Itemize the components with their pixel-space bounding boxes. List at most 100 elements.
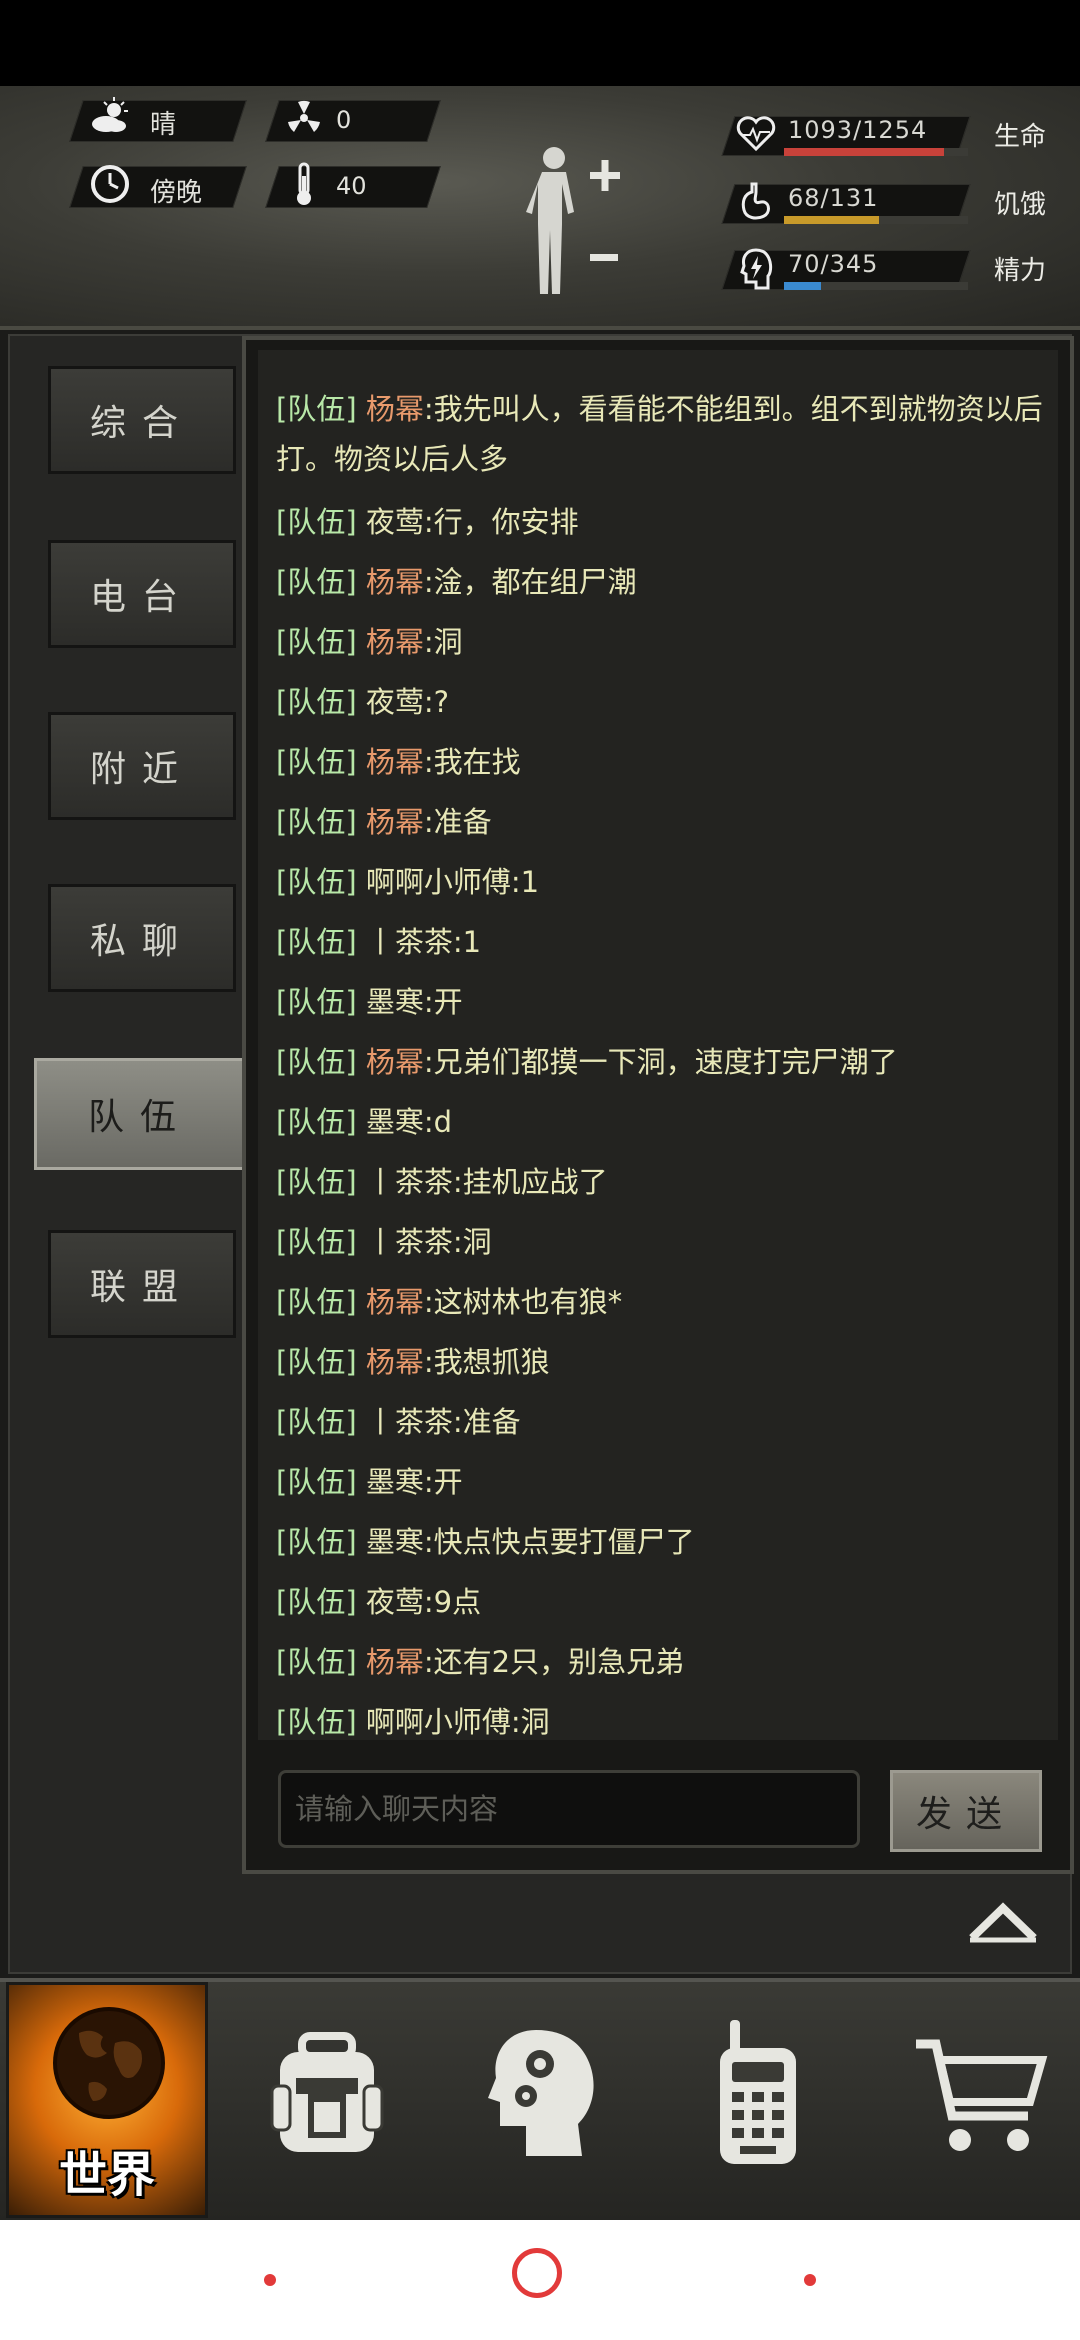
- message-text: :1: [510, 865, 540, 899]
- message-channel: [队伍]: [276, 985, 357, 1019]
- player-hud: 晴 0 傍晚 40 1093/1254 生命 68/131 饥饿 70/345 …: [0, 86, 1080, 330]
- message-sender[interactable]: 墨寒: [366, 985, 424, 1019]
- shopping-cart-icon[interactable]: [912, 2036, 1048, 2158]
- hunger-value: 68/131: [788, 184, 879, 212]
- message-channel: [队伍]: [276, 505, 357, 539]
- message-channel: [队伍]: [276, 865, 357, 899]
- nav-world-label: 世界: [58, 2147, 155, 2203]
- tab-radio[interactable]: 电台: [48, 540, 236, 648]
- message-channel: [队伍]: [276, 745, 357, 779]
- chat-message: [队伍] 杨幂:我先叫人，看看能不能组到。组不到就物资以后打。物资以后人多: [276, 378, 1056, 484]
- message-text: :我在找: [423, 745, 521, 779]
- message-sender[interactable]: 杨幂: [366, 805, 424, 839]
- back-button[interactable]: [804, 2274, 816, 2286]
- message-channel: [队伍]: [276, 1645, 357, 1679]
- message-sender[interactable]: 墨寒: [366, 1525, 424, 1559]
- message-sender[interactable]: 杨幂: [366, 392, 424, 426]
- nav-world-button[interactable]: 世界: [6, 1982, 208, 2218]
- tab-general[interactable]: 综合: [48, 366, 236, 474]
- health-bar: [784, 148, 968, 156]
- hunger-label: 饥饿: [994, 190, 1047, 220]
- chat-message: [队伍] 墨寒:d: [276, 1092, 1056, 1152]
- chat-message: [队伍] 夜莺:?: [276, 672, 1056, 732]
- message-sender[interactable]: 杨幂: [366, 745, 424, 779]
- head-gears-icon[interactable]: [486, 2026, 598, 2160]
- chat-message: [队伍] 夜莺:行，你安排: [276, 492, 1056, 552]
- message-list-content: [队伍] 杨幂:我先叫人，看看能不能组到。组不到就物资以后打。物资以后人多 [队伍…: [276, 378, 1056, 1740]
- message-text: :1: [452, 925, 482, 959]
- message-sender[interactable]: 杨幂: [366, 1645, 424, 1679]
- message-sender[interactable]: 丨茶茶: [366, 1405, 453, 1439]
- message-sender[interactable]: 杨幂: [366, 565, 424, 599]
- message-text: :我想抓狼: [423, 1345, 550, 1379]
- message-channel: [队伍]: [276, 805, 357, 839]
- tab-nearby[interactable]: 附近: [48, 712, 236, 820]
- walkie-talkie-icon[interactable]: [712, 2018, 804, 2168]
- chat-message: [队伍] 墨寒:开: [276, 972, 1056, 1032]
- tab-team[interactable]: 队伍: [34, 1058, 246, 1170]
- message-text: :开: [423, 1465, 463, 1499]
- backpack-icon[interactable]: [268, 2032, 386, 2160]
- message-text: :快点快点要打僵尸了: [423, 1525, 695, 1559]
- message-sender[interactable]: 墨寒: [366, 1465, 424, 1499]
- brain-bolt-icon: [740, 248, 773, 290]
- message-sender[interactable]: 墨寒: [366, 1105, 424, 1139]
- message-sender[interactable]: 夜莺: [366, 1585, 424, 1619]
- collapse-chevron-icon[interactable]: [966, 1894, 1040, 1946]
- tab-alliance[interactable]: 联盟: [48, 1230, 236, 1338]
- message-sender[interactable]: 夜莺: [366, 685, 424, 719]
- message-channel: [队伍]: [276, 1225, 357, 1259]
- chat-message: [队伍] 杨幂:我想抓狼: [276, 1332, 1056, 1392]
- chat-message: [队伍] 杨幂:还有2只，别急兄弟: [276, 1632, 1056, 1692]
- health-value: 1093/1254: [788, 116, 928, 144]
- chat-message: [队伍] 丨茶茶:准备: [276, 1392, 1056, 1452]
- message-sender[interactable]: 丨茶茶: [366, 1225, 453, 1259]
- message-sender[interactable]: 丨茶茶: [366, 1165, 453, 1199]
- message-text: :兄弟们都摸一下洞，速度打完尸潮了: [423, 1045, 898, 1079]
- message-sender[interactable]: 杨幂: [366, 1345, 424, 1379]
- send-button[interactable]: 发送: [890, 1770, 1042, 1852]
- hunger-bar: [784, 216, 968, 224]
- message-channel: [队伍]: [276, 685, 357, 719]
- message-text: :行，你安排: [423, 505, 579, 539]
- message-text: :这树林也有狼*: [423, 1285, 623, 1319]
- energy-label: 精力: [994, 256, 1047, 286]
- home-button[interactable]: [512, 2248, 562, 2298]
- message-channel: [队伍]: [276, 1285, 357, 1319]
- message-channel: [队伍]: [276, 1585, 357, 1619]
- message-sender[interactable]: 夜莺: [366, 505, 424, 539]
- tab-private[interactable]: 私聊: [48, 884, 236, 992]
- message-channel: [队伍]: [276, 565, 357, 599]
- message-sender[interactable]: 杨幂: [366, 1045, 424, 1079]
- chat-message: [队伍] 丨茶茶:1: [276, 912, 1056, 972]
- message-text: :洞: [423, 625, 463, 659]
- message-channel: [队伍]: [276, 925, 357, 959]
- chat-message: [队伍] 啊啊小师傅:洞: [276, 1692, 1056, 1740]
- chat-message: [队伍] 杨幂:洞: [276, 612, 1056, 672]
- chat-message: [队伍] 夜莺:9点: [276, 1572, 1056, 1632]
- message-text: :准备: [423, 805, 492, 839]
- radiation-icon: [288, 100, 320, 132]
- recent-apps-button[interactable]: [264, 2274, 276, 2286]
- stomach-icon: [741, 182, 770, 220]
- heart-icon: [736, 116, 776, 152]
- message-sender[interactable]: 杨幂: [366, 625, 424, 659]
- chat-input[interactable]: 请输入聊天内容: [278, 1770, 860, 1848]
- chat-message: [队伍] 墨寒:开: [276, 1452, 1056, 1512]
- message-sender[interactable]: 啊啊小师傅: [366, 865, 511, 899]
- message-text: :洞: [452, 1225, 492, 1259]
- message-sender[interactable]: 杨幂: [366, 1285, 424, 1319]
- chat-message: [队伍] 啊啊小师傅:1: [276, 852, 1056, 912]
- message-sender[interactable]: 啊啊小师傅: [366, 1705, 511, 1739]
- energy-value: 70/345: [788, 250, 879, 278]
- body-status-icon[interactable]: [520, 144, 630, 304]
- message-channel: [队伍]: [276, 1465, 357, 1499]
- message-text: :淦，都在组尸潮: [423, 565, 637, 599]
- message-channel: [队伍]: [276, 1705, 357, 1739]
- message-list[interactable]: [队伍] 杨幂:我先叫人，看看能不能组到。组不到就物资以后打。物资以后人多 [队伍…: [258, 350, 1058, 1740]
- message-text: :准备: [452, 1405, 521, 1439]
- message-sender[interactable]: 丨茶茶: [366, 925, 453, 959]
- time-of-day-value: 傍晚: [150, 178, 203, 208]
- message-text: :9点: [423, 1585, 482, 1619]
- message-text: :d: [423, 1105, 453, 1139]
